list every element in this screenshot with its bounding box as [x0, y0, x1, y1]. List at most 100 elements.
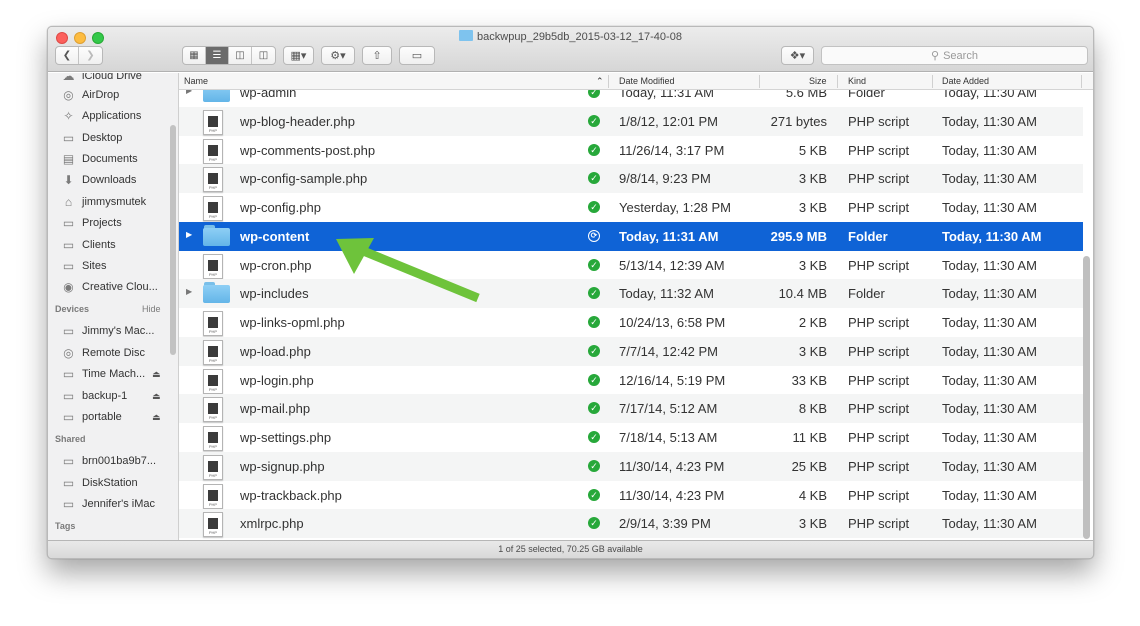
back-forward-control: ❮ ❯ — [55, 46, 103, 65]
column-date-added[interactable]: Date Added — [942, 76, 989, 86]
file-size: 3 KB — [798, 343, 827, 359]
forward-button[interactable]: ❯ — [79, 47, 102, 64]
table-row[interactable]: ▶ wp-admin ✓ Today, 11:31 AM 5.6 MB Folder Tod… — [179, 90, 1083, 107]
coverflow-view-button[interactable]: ◫ — [252, 47, 275, 64]
window-title: backwpup_29b5db_2015-03-12_17-40-08 — [48, 30, 1093, 43]
sidebar-item-sites[interactable]: ▭ Sites — [61, 256, 107, 276]
file-size: 295.9 MB — [770, 228, 827, 244]
table-row[interactable]: PHP wp-blog-header.php ✓ 1/8/12, 12:01 PM 27… — [179, 106, 1083, 136]
sync-pending-icon: ⟳ — [588, 229, 600, 242]
file-size: 5 KB — [798, 142, 827, 158]
sidebar-item-applications[interactable]: ✧ Applications — [61, 106, 141, 126]
file-kind: PHP script — [848, 487, 910, 503]
status-bar: 1 of 25 selected, 70.25 GB available — [48, 540, 1093, 558]
toolbar: backwpup_29b5db_2015-03-12_17-40-08 ❮ ❯ … — [48, 27, 1093, 72]
column-view-button[interactable]: ◫ — [229, 47, 252, 64]
file-date-modified: 7/17/14, 5:12 AM — [619, 401, 718, 417]
table-row[interactable]: PHP wp-cron.php ✓ 5/13/14, 12:39 AM 3 KB PHP … — [179, 251, 1083, 280]
table-row[interactable]: PHP wp-config-sample.php ✓ 9/8/14, 9:23 PM 3… — [179, 164, 1083, 194]
file-name: wp-admin — [240, 90, 297, 100]
file-date-added: Today, 11:30 AM — [942, 228, 1042, 244]
table-row[interactable]: ▶ wp-content ⟳ Today, 11:31 AM 295.9 MB Folde… — [179, 221, 1083, 251]
disclosure-triangle-icon[interactable]: ▶ — [186, 90, 192, 95]
column-date-modified[interactable]: Date Modified — [619, 76, 675, 86]
php-file-icon: PHP — [203, 253, 223, 279]
sidebar-item-jimmys-mac[interactable]: ▭ Jimmy's Mac... — [61, 321, 155, 341]
eject-icon[interactable]: ⏏ — [152, 369, 161, 380]
file-date-added: Today, 11:30 AM — [942, 487, 1037, 503]
table-row[interactable]: PHP wp-config.php ✓ Yesterday, 1:28 PM 3 KB P… — [179, 193, 1083, 222]
icon-view-button[interactable]: ▦ — [183, 47, 206, 64]
php-file-icon: PHP — [203, 397, 223, 423]
file-size: 8 KB — [798, 401, 827, 417]
dropbox-button[interactable]: ❖▾ — [781, 46, 814, 65]
file-date-added: Today, 11:30 AM — [942, 90, 1037, 100]
folder-icon: ▭ — [62, 238, 75, 252]
column-header: Name ⌃ Date Modified Size Kind Date Adde… — [179, 73, 1093, 90]
file-name: wp-content — [240, 228, 310, 244]
table-row[interactable]: PHP wp-signup.php ✓ 11/30/14, 4:23 PM 25 KB P… — [179, 451, 1083, 481]
search-input[interactable]: ⚲ Search — [821, 46, 1088, 65]
table-row[interactable]: PHP wp-login.php ✓ 12/16/14, 5:19 PM 33 KB PH… — [179, 366, 1083, 395]
table-row[interactable]: ▶ wp-includes ✓ Today, 11:32 AM 10.4 MB Folde… — [179, 279, 1083, 309]
table-row[interactable]: PHP wp-comments-post.php ✓ 11/26/14, 3:17 P… — [179, 136, 1083, 165]
file-size: 3 KB — [798, 171, 827, 187]
sidebar-item-portable[interactable]: ▭ portable — [61, 407, 122, 427]
sidebar-item-creative-cloud[interactable]: ◉ Creative Clou... — [61, 277, 158, 297]
column-name[interactable]: Name — [184, 76, 208, 86]
table-row[interactable]: PHP wp-settings.php ✓ 7/18/14, 5:13 AM 11 KB… — [179, 423, 1083, 452]
column-kind[interactable]: Kind — [848, 76, 866, 86]
file-date-modified: 9/8/14, 9:23 PM — [619, 171, 711, 187]
php-file-icon: PHP — [203, 109, 223, 135]
sidebar-item-jennifers-imac[interactable]: ▭ Jennifer's iMac — [61, 494, 155, 514]
column-size[interactable]: Size — [809, 76, 827, 86]
eject-icon[interactable]: ⏏ — [152, 391, 161, 402]
sidebar-item-home[interactable]: ⌂ jimmysmutek — [61, 192, 146, 212]
dropbox-icon: ❖▾ — [789, 50, 806, 62]
table-row[interactable]: PHP wp-links-opml.php ✓ 10/24/13, 6:58 PM 2 … — [179, 308, 1083, 337]
file-size: 10.4 MB — [778, 286, 827, 302]
tags-button[interactable]: ▭ — [399, 46, 435, 65]
eject-icon[interactable]: ⏏ — [152, 412, 161, 423]
table-row[interactable]: PHP wp-trackback.php ✓ 11/30/14, 4:23 PM 4 K… — [179, 481, 1083, 510]
share-button[interactable]: ⇧ — [362, 46, 392, 65]
coverflow-icon: ◫ — [258, 50, 269, 61]
sidebar-item-diskstation[interactable]: ▭ DiskStation — [61, 473, 138, 493]
file-date-modified: 5/13/14, 12:39 AM — [619, 257, 725, 273]
file-date-modified: 11/30/14, 4:23 PM — [619, 458, 725, 474]
file-kind: PHP script — [848, 200, 910, 215]
file-date-modified: 11/30/14, 4:23 PM — [619, 487, 725, 503]
drive-icon: ▭ — [62, 410, 75, 424]
sidebar-item-time-machine[interactable]: ▭ Time Mach... — [61, 364, 145, 384]
hide-devices-button[interactable]: Hide — [142, 304, 161, 314]
sidebar-item-downloads[interactable]: ⬇ Downloads — [61, 170, 136, 190]
list-view-button[interactable]: ☰ — [206, 47, 229, 64]
file-name: wp-signup.php — [240, 458, 325, 474]
sidebar-item-brn001[interactable]: ▭ brn001ba9b7... — [61, 451, 156, 471]
cloud-icon: ☁ — [62, 73, 75, 83]
sidebar-item-projects[interactable]: ▭ Projects — [61, 213, 122, 233]
sidebar-scrollbar[interactable] — [170, 125, 176, 355]
sidebar-item-remote-disc[interactable]: ◎ Remote Disc — [61, 343, 145, 363]
sync-ok-icon: ✓ — [588, 488, 600, 501]
sidebar-item-backup-1[interactable]: ▭ backup-1 — [61, 386, 127, 406]
back-button[interactable]: ❮ — [56, 47, 79, 64]
action-button[interactable]: ⚙▾ — [321, 46, 355, 65]
file-size: 3 KB — [798, 516, 827, 532]
arrange-button[interactable]: ▦▾ — [283, 46, 314, 65]
table-row[interactable]: PHP wp-mail.php ✓ 7/17/14, 5:12 AM 8 KB PHP s… — [179, 394, 1083, 424]
sidebar-item-clients[interactable]: ▭ Clients — [61, 235, 116, 255]
file-list-scrollbar[interactable] — [1083, 256, 1090, 539]
table-row[interactable]: PHP wp-load.php ✓ 7/7/14, 12:42 PM 3 KB PHP s… — [179, 336, 1083, 366]
file-size: 25 KB — [791, 458, 827, 474]
disclosure-triangle-icon[interactable]: ▶ — [186, 287, 192, 296]
file-kind: Folder — [848, 286, 885, 302]
sidebar-item-airdrop[interactable]: ◎ AirDrop — [61, 85, 119, 105]
sidebar-item-documents[interactable]: ▤ Documents — [61, 149, 138, 169]
php-file-icon: PHP — [203, 311, 223, 336]
file-date-added: Today, 11:30 AM — [942, 113, 1037, 129]
sidebar-item-desktop[interactable]: ▭ Desktop — [61, 128, 123, 148]
table-row[interactable]: PHP xmlrpc.php ✓ 2/9/14, 3:39 PM 3 KB PHP scr… — [179, 509, 1083, 539]
disclosure-triangle-icon[interactable]: ▶ — [186, 230, 192, 239]
computer-icon: ▭ — [62, 454, 75, 468]
